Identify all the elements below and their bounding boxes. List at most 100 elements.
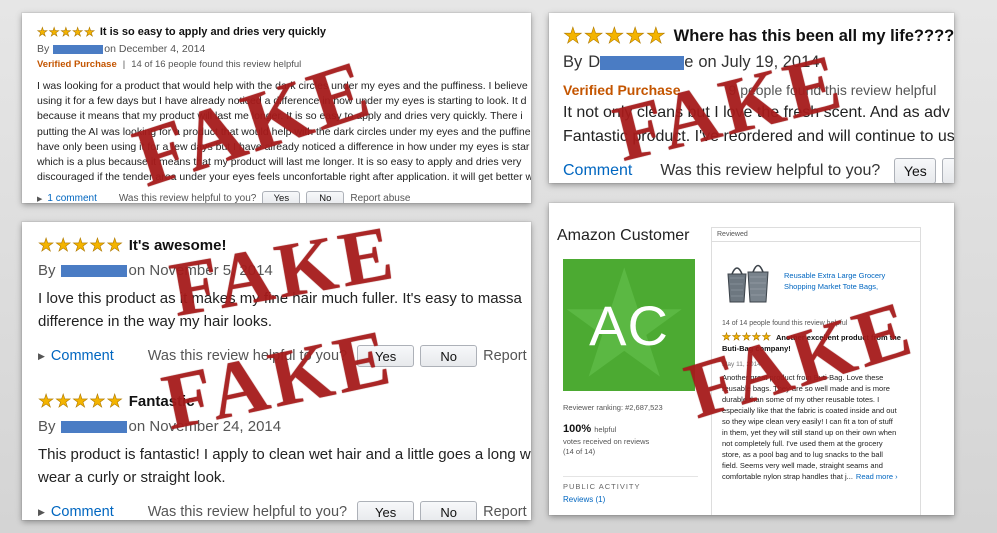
yes-button[interactable]: Yes: [894, 158, 937, 183]
review-title[interactable]: It is so easy to apply and dries very qu…: [100, 26, 326, 38]
star-icon: ★: [106, 391, 123, 411]
comment-link[interactable]: Comment: [51, 504, 114, 520]
helpful-question: Was this review helpful to you?: [118, 193, 257, 203]
yes-button[interactable]: Yes: [357, 345, 415, 367]
star-icon: ★: [72, 25, 84, 39]
star-rating: ★ ★ ★ ★ ★: [38, 235, 123, 255]
reviewer-name-end: e: [684, 53, 694, 71]
review-body: I love this product as it makes my fine …: [38, 287, 527, 333]
read-more-link[interactable]: Read more ›: [856, 471, 898, 482]
review-body-line: using it for a few days but I have alrea…: [37, 95, 527, 108]
star-icon: ★: [72, 391, 89, 411]
star-icon: ★: [722, 332, 732, 344]
product-title-link[interactable]: Reusable Extra Large Grocery Shopping Ma…: [784, 270, 909, 292]
review-body-line: difference in the way my hair looks.: [38, 313, 273, 330]
meta-separator: |: [122, 59, 126, 70]
star-icon: ★: [84, 25, 95, 39]
no-button[interactable]: No: [420, 345, 478, 367]
review-header: ★ ★ ★ ★ ★ It's awesome!: [38, 235, 527, 255]
comment-link[interactable]: Comment: [51, 348, 114, 364]
review-date: on November 24, 2014: [128, 418, 282, 435]
report-abuse-link[interactable]: Report abuse: [350, 193, 410, 203]
avatar-initials: AC: [589, 293, 669, 357]
star-icon: ★: [48, 25, 60, 39]
star-icon: ★: [751, 332, 762, 344]
review-footer: Comment Was this review helpful to you? …: [563, 158, 954, 183]
review-body-line: so they wipe clean very easily! I can fi…: [722, 417, 893, 426]
helpful-count: 14 of 16 people found this review helpfu…: [131, 59, 302, 70]
avatar[interactable]: ★ AC: [563, 259, 695, 391]
by-label: By: [37, 43, 50, 55]
review-meta: Verified Purchase 9 people found this re…: [563, 82, 936, 98]
review-body-line: which is a plus because it means that my…: [37, 156, 522, 169]
redacted-reviewer-name: [600, 55, 685, 70]
reviewer-ranking: Reviewer ranking: #2,687,523: [563, 403, 663, 412]
star-icon: ★: [741, 332, 752, 344]
review-card-top-left: ★ ★ ★ ★ ★ It is so easy to apply and dries v…: [22, 13, 531, 203]
helpful-percent: 100%: [563, 423, 592, 435]
star-icon: ★: [38, 235, 55, 255]
divider: [563, 476, 698, 477]
verified-purchase-badge: Verified Purchase: [37, 59, 117, 70]
star-icon: ★: [645, 23, 666, 48]
review-body-line: store, as a pool bag and to lug snacks t…: [722, 450, 883, 459]
review-body: I was looking for a product that would h…: [37, 79, 531, 185]
star-icon: ★: [583, 23, 604, 48]
review-header: ★ ★ ★ ★ ★ Where has this been all my life???…: [563, 23, 954, 48]
customer-name: Amazon Customer: [557, 227, 690, 244]
review-body-line: putting the AI was looking for a product…: [37, 125, 531, 138]
review-body-line: I was looking for a product that would h…: [37, 80, 528, 92]
star-icon: ★: [38, 391, 55, 411]
review-body-line: comfortable nylon strap handles that j: [722, 472, 847, 481]
helpful-count: 14 of 14 people found this review helpfu…: [722, 320, 848, 327]
no-button[interactable]: No: [306, 191, 345, 203]
review-footer: ▶ Comment Was this review helpful to you…: [38, 501, 531, 520]
no-button[interactable]: No: [420, 501, 478, 520]
tote-bag-product-image[interactable]: [722, 256, 774, 308]
review-header: ★ ★ ★ ★ ★ Another excellent product from the…: [722, 332, 917, 354]
report-abuse-link[interactable]: Report: [483, 348, 527, 364]
star-rating: ★ ★ ★ ★ ★: [563, 23, 666, 48]
triangle-right-icon: ▶: [38, 506, 45, 517]
comment-link[interactable]: Comment: [563, 162, 632, 180]
review-byline: By on December 4, 2014: [37, 43, 205, 55]
triangle-right-icon: ▶: [38, 350, 45, 361]
no-button[interactable]: [942, 158, 954, 183]
review-body: This product is fantastic! I apply to cl…: [38, 443, 531, 489]
star-icon: ★: [731, 332, 742, 344]
helpful-question: Was this review helpful to you?: [147, 348, 348, 364]
reviews-link[interactable]: Reviews (1): [563, 495, 605, 504]
review-title[interactable]: It's awesome!: [129, 237, 227, 254]
star-icon: ★: [89, 391, 106, 411]
by-label: By: [563, 53, 583, 71]
redacted-reviewer-name: [60, 264, 127, 277]
review-card-top-right: ★ ★ ★ ★ ★ Where has this been all my life???…: [549, 13, 954, 183]
by-label: By: [38, 418, 56, 435]
review-date: on November 5, 2014: [128, 262, 273, 279]
comment-link[interactable]: 1 comment: [47, 193, 96, 203]
yes-button[interactable]: Yes: [357, 501, 415, 520]
star-icon: ★: [106, 235, 123, 255]
review-title[interactable]: Fantastic: [129, 393, 195, 410]
review-card-bottom-left: ★ ★ ★ ★ ★ It's awesome! By on November 5, 20…: [22, 222, 531, 520]
helpful-label: helpful: [594, 425, 617, 434]
report-abuse-link[interactable]: Report: [483, 504, 527, 520]
tab-reviewed[interactable]: Reviewed: [712, 228, 920, 242]
review-body-line: I love this product as it makes my fine …: [38, 290, 522, 307]
helpful-question: Was this review helpful to you?: [147, 504, 348, 520]
redacted-reviewer-name: [60, 420, 127, 433]
star-icon: ★: [761, 332, 772, 344]
review-body-line: wear a curly or straight look.: [38, 469, 226, 486]
review-body: Another great product from Buti-Bag. Lov…: [722, 372, 922, 482]
star-rating: ★ ★ ★ ★ ★: [37, 25, 95, 39]
votes-label: votes received on reviews: [563, 437, 650, 446]
yes-button[interactable]: Yes: [262, 191, 301, 203]
review-body-line: field. Seems very well made, straight se…: [722, 461, 883, 470]
helpful-count: 9 people found this review helpful: [728, 82, 937, 98]
review-byline: By D e on July 19, 2014: [563, 53, 819, 72]
redacted-reviewer-name: [53, 44, 104, 54]
star-icon: ★: [55, 235, 72, 255]
review-body: It not only cleans but I love the fresh …: [563, 101, 954, 149]
review-body-line: in them, yet they will still stand up on…: [722, 428, 897, 437]
review-title[interactable]: Where has this been all my life????: [674, 27, 954, 46]
